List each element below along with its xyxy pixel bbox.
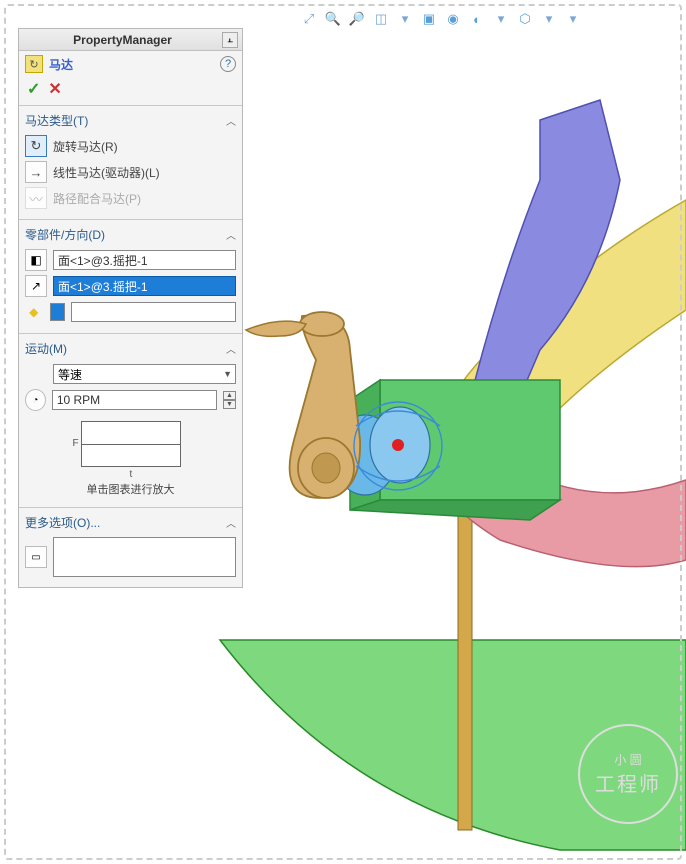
zoom-fit-icon[interactable]: ⤢ [300,10,318,28]
option-rotary-motor[interactable]: ↻ 旋转马达(R) [25,133,236,159]
section-header-component[interactable]: 零部件/方向(D) ︿ [25,224,236,247]
motor-location-field[interactable] [53,250,236,270]
option-linear-motor[interactable]: → 线性马达(驱动器)(L) [25,159,236,185]
chevron-up-icon: ︿ [226,113,236,128]
drop1-icon[interactable]: ▾ [540,10,558,28]
section-more-options: 更多选项(O)... ︿ ▭ [19,508,242,587]
speed-value-field[interactable] [52,390,217,410]
path-motor-icon: 〰 [25,187,47,209]
linear-motor-icon: → [25,161,47,183]
section-view-icon[interactable]: ◫ [372,10,390,28]
face-select-icon[interactable]: ◧ [25,249,47,271]
cancel-button[interactable]: ✕ [48,79,61,99]
ok-button[interactable]: ✓ [27,79,40,99]
chevron-down-icon: ▼ [223,369,232,379]
reverse-direction-icon[interactable]: ↗ [25,275,47,297]
prev-view-icon[interactable]: 🔎 [348,10,366,28]
chevron-up-icon: ︿ [226,341,236,356]
load-bearing-field[interactable] [53,537,236,577]
heads-up-view-toolbar: ⤢ 🔍 🔎 ◫ ▾ ▣ ◉ ◐ ▾ ⬡ ▾ ▾ [300,10,582,28]
load-bearing-icon[interactable]: ▭ [25,546,47,568]
chevron-up-icon: ︿ [226,515,236,530]
section-motion: 运动(M) ︿ 等速 ▼ ◔ ▲▼ F t 单击图表进行放大 [19,334,242,508]
drop2-icon[interactable]: ▾ [564,10,582,28]
option-path-motor[interactable]: 〰 路径配合马达(P) [25,185,236,211]
zoom-area-icon[interactable]: 🔍 [324,10,342,28]
section-component-direction: 零部件/方向(D) ︿ ◧ ↗ ◆ [19,220,242,334]
section-motor-type: 马达类型(T) ︿ ↻ 旋转马达(R) → 线性马达(驱动器)(L) 〰 路径配… [19,106,242,220]
hide-show-icon[interactable]: ◉ [444,10,462,28]
chevron-up-icon: ︿ [226,227,236,242]
rotary-motor-icon: ↻ [25,135,47,157]
component-relative-icon[interactable]: ◆ [25,301,42,323]
speed-icon: ◔ [25,389,46,411]
help-icon[interactable]: ? [220,56,236,72]
pushpin-icon[interactable]: ⫠ [222,32,238,48]
section-header-more[interactable]: 更多选项(O)... ︿ [25,512,236,535]
feature-row: ↻ 马达 ? [19,51,242,77]
graph-caption: 单击图表进行放大 [87,481,175,497]
display-style-icon[interactable]: ▣ [420,10,438,28]
pm-title: PropertyManager [23,33,222,47]
feature-name: 马达 [49,56,214,73]
section-header-type[interactable]: 马达类型(T) ︿ [25,110,236,133]
motion-type-select[interactable]: 等速 ▼ [53,364,236,384]
watermark: 小 圆 工程师 [578,724,678,824]
property-manager-panel: PropertyManager ⫠ ↻ 马达 ? ✓ ✕ 马达类型(T) ︿ ↻… [18,28,243,588]
component-relative-field[interactable] [71,302,236,322]
view-orient-icon[interactable]: ▾ [396,10,414,28]
motor-icon: ↻ [25,55,43,73]
apply-scene-icon[interactable]: ▾ [492,10,510,28]
speed-spinner[interactable]: ▲▼ [223,391,236,409]
color-swatch[interactable] [50,303,65,321]
ok-cancel-row: ✓ ✕ [19,77,242,106]
motor-direction-field[interactable] [53,276,236,296]
motion-graph[interactable]: F t [81,421,181,467]
pm-header: PropertyManager ⫠ [19,29,242,51]
edit-appearance-icon[interactable]: ◐ [468,10,486,28]
section-header-motion[interactable]: 运动(M) ︿ [25,338,236,361]
view-settings-icon[interactable]: ⬡ [516,10,534,28]
